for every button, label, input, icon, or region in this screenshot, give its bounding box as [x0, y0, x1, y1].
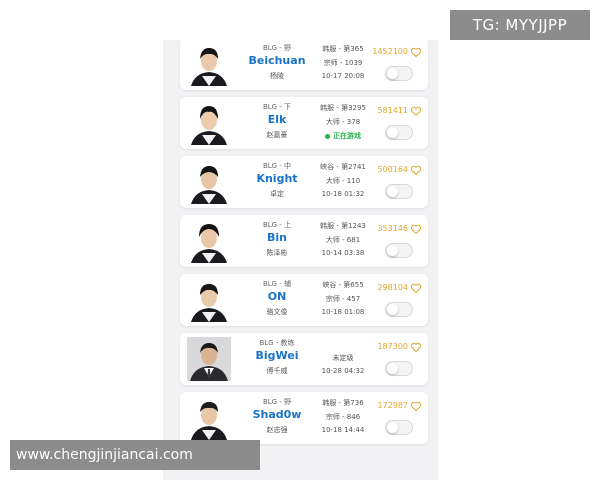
score: 500164 — [377, 165, 408, 174]
player-avatar — [187, 278, 231, 322]
follow-toggle[interactable] — [385, 66, 413, 81]
coach-avatar — [187, 337, 231, 381]
team-role: BLG - 上 — [262, 221, 292, 229]
player-card-on[interactable]: BLG - 辅 ON 骆文俊 峡谷 - 第655 宗师 - 457 10-18 … — [180, 274, 428, 326]
status-in-game: 正在游戏 — [314, 131, 372, 141]
last-played-time: 10-18 01:32 — [321, 190, 365, 198]
toggle-knob — [387, 186, 398, 197]
player-card-bigwei[interactable]: BLG - 教练 BigWei 傅千威 未定级 10-28 04:32 1873… — [180, 333, 428, 385]
server-rank: 韩服 - 第1243 — [320, 222, 366, 230]
site-watermark: www.chengjinjiancai.com — [10, 440, 260, 470]
player-list-screen: BLG - 野 Beichuan 杨陵 韩服 - 第365 宗师 - 1039 … — [163, 40, 438, 480]
real-name: 杨陵 — [270, 72, 284, 80]
player-card-knight[interactable]: BLG - 中 Knight 卓定 峡谷 - 第2741 大师 - 110 10… — [180, 156, 428, 208]
player-avatar — [187, 219, 231, 263]
player-avatar — [187, 160, 231, 204]
heart-icon[interactable] — [410, 341, 422, 353]
team-role: BLG - 野 — [262, 44, 292, 52]
toggle-knob — [387, 68, 398, 79]
player-card-bin[interactable]: BLG - 上 Bin 陈泽彬 韩服 - 第1243 大师 - 681 10-1… — [180, 215, 428, 267]
follow-toggle[interactable] — [385, 302, 413, 317]
status-dot-icon — [325, 133, 330, 139]
heart-icon[interactable] — [410, 400, 422, 412]
heart-icon[interactable] — [410, 223, 422, 235]
heart-icon[interactable] — [410, 46, 422, 58]
player-avatar — [187, 396, 231, 440]
heart-icon[interactable] — [410, 282, 422, 294]
server-rank: 韩服 - 第3295 — [320, 104, 366, 112]
status-label: 正在游戏 — [333, 132, 361, 140]
player-avatar — [187, 101, 231, 145]
heart-icon[interactable] — [410, 105, 422, 117]
player-name[interactable]: ON — [242, 290, 312, 303]
player-name[interactable]: Knight — [242, 172, 312, 185]
player-name[interactable]: Shad0w — [242, 408, 312, 421]
team-role: BLG - 辅 — [262, 280, 292, 288]
follow-toggle[interactable] — [385, 361, 413, 376]
toggle-knob — [387, 422, 398, 433]
tier: 宗师 - 1039 — [323, 59, 363, 67]
score: 581411 — [377, 106, 408, 115]
real-name: 骆文俊 — [266, 308, 288, 316]
real-name: 赵志强 — [266, 426, 288, 434]
follow-toggle[interactable] — [385, 243, 413, 258]
player-name[interactable]: Beichuan — [242, 54, 312, 67]
follow-toggle[interactable] — [385, 125, 413, 140]
server-rank: 韩服 - 第365 — [322, 45, 364, 53]
tier: 宗师 - 457 — [325, 295, 361, 303]
server-rank: 峡谷 - 第2741 — [320, 163, 366, 171]
tier: 宗师 - 846 — [325, 413, 361, 421]
score: 187300 — [377, 342, 408, 351]
team-role: BLG - 教练 — [259, 339, 295, 347]
tier: 大师 - 681 — [325, 236, 361, 244]
last-played-time: 10-28 04:32 — [321, 367, 365, 375]
player-avatar — [187, 42, 231, 86]
score: 1452100 — [372, 47, 408, 56]
score: 353146 — [377, 224, 408, 233]
player-card-elk[interactable]: BLG - 下 Elk 赵嘉豪 韩服 - 第3295 大师 - 378 正在游戏… — [180, 97, 428, 149]
tier: 大师 - 110 — [325, 177, 361, 185]
last-played-time: 10-18 14:44 — [321, 426, 365, 434]
player-name[interactable]: Bin — [242, 231, 312, 244]
last-played-time: 10-18 01:08 — [321, 308, 365, 316]
telegram-watermark: TG: MYYJJPP — [450, 10, 590, 40]
follow-toggle[interactable] — [385, 184, 413, 199]
score: 172987 — [377, 401, 408, 410]
team-role: BLG - 野 — [262, 398, 292, 406]
toggle-knob — [387, 363, 398, 374]
real-name: 卓定 — [270, 190, 284, 198]
real-name: 傅千威 — [266, 367, 288, 375]
real-name: 赵嘉豪 — [266, 131, 288, 139]
toggle-knob — [387, 245, 398, 256]
toggle-knob — [387, 127, 398, 138]
toggle-knob — [387, 304, 398, 315]
follow-toggle[interactable] — [385, 420, 413, 435]
tier: 未定级 — [332, 354, 354, 362]
score: 298104 — [377, 283, 408, 292]
tier: 大师 - 378 — [325, 118, 361, 126]
player-name[interactable]: Elk — [242, 113, 312, 126]
last-played-time: 10-14 03:38 — [321, 249, 365, 257]
server-rank: 韩服 - 第736 — [322, 399, 364, 407]
server-rank: 峡谷 - 第655 — [322, 281, 364, 289]
last-played-time: 10-17 20:08 — [321, 72, 365, 80]
real-name: 陈泽彬 — [266, 249, 288, 257]
team-role: BLG - 下 — [262, 103, 292, 111]
team-role: BLG - 中 — [262, 162, 292, 170]
heart-icon[interactable] — [410, 164, 422, 176]
player-card-shad0w[interactable]: BLG - 野 Shad0w 赵志强 韩服 - 第736 宗师 - 846 10… — [180, 392, 428, 444]
player-card-beichuan[interactable]: BLG - 野 Beichuan 杨陵 韩服 - 第365 宗师 - 1039 … — [180, 40, 428, 90]
player-name[interactable]: BigWei — [242, 349, 312, 362]
